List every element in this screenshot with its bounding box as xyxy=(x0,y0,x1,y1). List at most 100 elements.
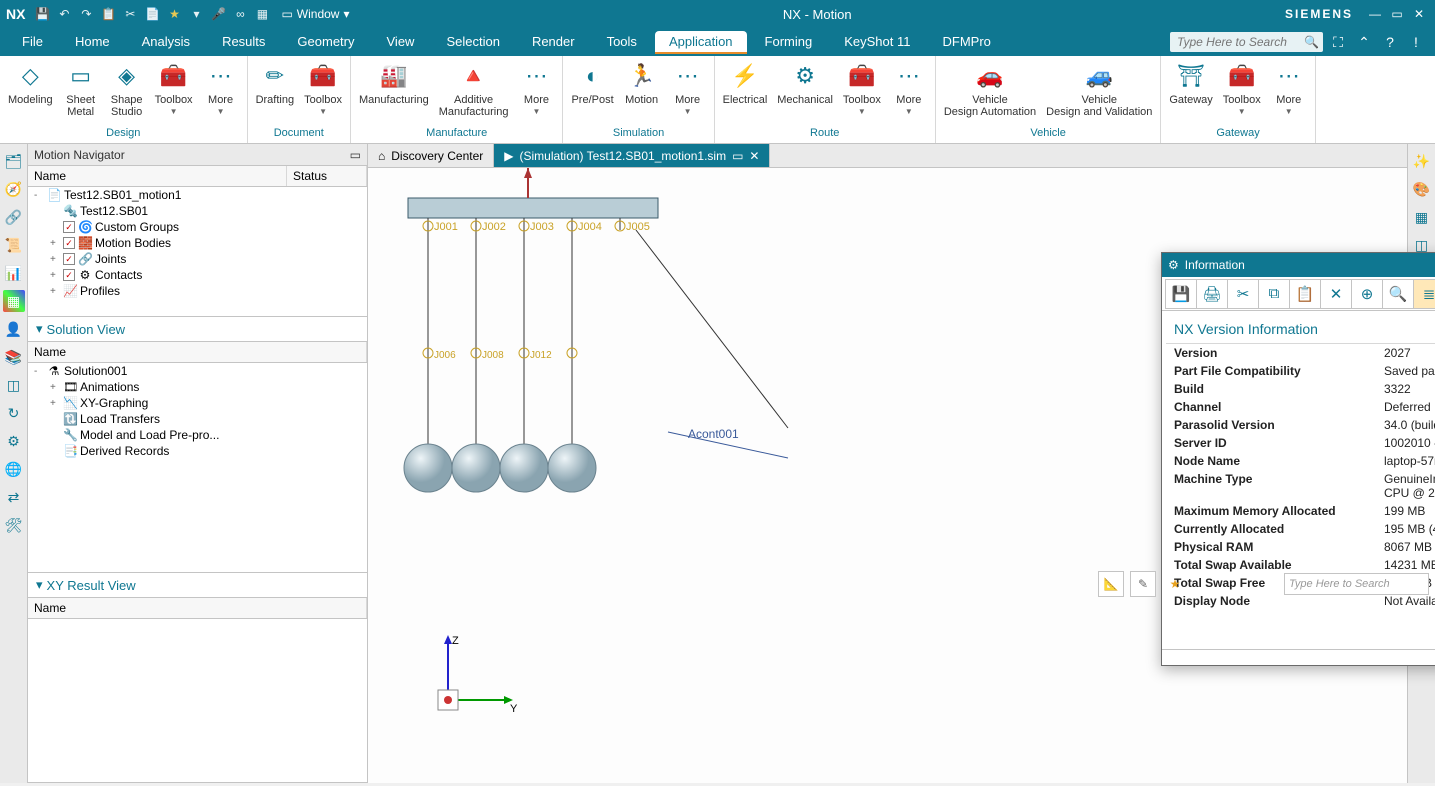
tab-pin-icon[interactable]: ▭ xyxy=(732,149,743,163)
menu-application[interactable]: Application xyxy=(655,31,747,54)
menu-tools[interactable]: Tools xyxy=(593,31,651,54)
tools-icon[interactable]: 🛠 xyxy=(3,514,25,536)
tree-item[interactable]: 📑Derived Records xyxy=(28,443,367,459)
ribbon-vehicle-design-and-validation[interactable]: 🚙Vehicle Design and Validation xyxy=(1042,58,1156,120)
xy-tree[interactable] xyxy=(28,619,367,783)
menu-keyshot-11[interactable]: KeyShot 11 xyxy=(830,31,924,54)
command-search[interactable]: 🔍 xyxy=(1170,32,1323,52)
menu-file[interactable]: File xyxy=(8,31,57,54)
expand-icon[interactable]: + xyxy=(50,398,60,409)
expand-icon[interactable]: + xyxy=(50,382,60,393)
checkbox[interactable]: ✓ xyxy=(63,269,75,281)
tree-item[interactable]: +✓🔗Joints xyxy=(28,251,367,267)
ribbon-toolbox[interactable]: 🧰Toolbox▼ xyxy=(1219,58,1265,118)
checkbox[interactable]: ✓ xyxy=(63,221,75,233)
navigator-icon[interactable]: 🗂 xyxy=(3,150,25,172)
role-icon[interactable]: 👤 xyxy=(3,318,25,340)
solution-view-header[interactable]: ▾ Solution View xyxy=(28,317,367,342)
expand-icon[interactable]: - xyxy=(34,366,44,377)
ribbon-toolbox[interactable]: 🧰Toolbox▼ xyxy=(300,58,346,118)
menu-home[interactable]: Home xyxy=(61,31,124,54)
grid-icon[interactable]: ▦ xyxy=(1411,206,1433,228)
menu-geometry[interactable]: Geometry xyxy=(283,31,368,54)
pin-icon[interactable]: ▭ xyxy=(350,148,361,162)
info-horizontal-scrollbar[interactable] xyxy=(1162,649,1435,665)
info-section-header[interactable]: NX Version Information — xyxy=(1166,315,1435,344)
ribbon-electrical[interactable]: ⚡Electrical xyxy=(719,58,772,108)
cut-icon[interactable]: ✂ xyxy=(1227,279,1259,309)
tree-item[interactable]: +📈Profiles xyxy=(28,283,367,299)
col-status[interactable]: Status xyxy=(287,166,367,186)
star-icon[interactable]: ★ xyxy=(165,5,183,23)
menu-render[interactable]: Render xyxy=(518,31,589,54)
navigator-tree[interactable]: -📄Test12.SB01_motion1🔩Test12.SB01✓🌀Custo… xyxy=(28,187,367,317)
tree-item[interactable]: +✓⚙Contacts xyxy=(28,267,367,283)
print-icon[interactable]: 🖨 xyxy=(1196,279,1228,309)
floating-search[interactable]: Type Here to Search xyxy=(1284,573,1429,595)
xy-result-header[interactable]: ▾ XY Result View xyxy=(28,573,367,598)
info-body[interactable]: NX Version Information — Version2027Part… xyxy=(1162,311,1435,649)
palette-icon[interactable]: 🎨 xyxy=(1411,178,1433,200)
tree-item[interactable]: ✓🌀Custom Groups xyxy=(28,219,367,235)
ribbon-drafting[interactable]: ✏Drafting xyxy=(252,58,299,108)
ribbon-modeling[interactable]: ◇Modeling xyxy=(4,58,57,108)
menu-forming[interactable]: Forming xyxy=(751,31,827,54)
wand-icon[interactable]: ✨ xyxy=(1411,150,1433,172)
minimize-button[interactable]: — xyxy=(1365,5,1385,23)
alert-icon[interactable]: ! xyxy=(1405,34,1427,50)
ribbon-mechanical[interactable]: ⚙Mechanical xyxy=(773,58,837,108)
menu-results[interactable]: Results xyxy=(208,31,279,54)
ribbon-gateway[interactable]: ⛩Gateway xyxy=(1165,58,1216,108)
tree-item[interactable]: 🔩Test12.SB01 xyxy=(28,203,367,219)
palette-icon[interactable]: ▦ xyxy=(3,290,25,312)
constraint-icon[interactable]: 🔗 xyxy=(3,206,25,228)
ribbon-pre-post[interactable]: ◐Pre/Post xyxy=(567,58,617,108)
paste-icon[interactable]: 📋 xyxy=(1289,279,1321,309)
col-name[interactable]: Name xyxy=(28,598,367,618)
expand-icon[interactable]: - xyxy=(34,190,44,201)
copy-icon[interactable]: 📋 xyxy=(99,5,117,23)
checkbox[interactable]: ✓ xyxy=(63,237,75,249)
close-button[interactable]: ✕ xyxy=(1409,5,1429,23)
command-search-input[interactable] xyxy=(1174,32,1304,52)
ribbon-motion[interactable]: 🏃Motion xyxy=(620,58,664,108)
tree-item[interactable]: 🔃Load Transfers xyxy=(28,411,367,427)
help-icon[interactable]: ? xyxy=(1379,34,1401,50)
tree-item[interactable]: +📉XY-Graphing xyxy=(28,395,367,411)
layout-icon[interactable]: ▦ xyxy=(253,5,271,23)
expand-icon[interactable]: + xyxy=(50,254,60,265)
document-tab[interactable]: ▶(Simulation) Test12.SB01_motion1.sim▭✕ xyxy=(494,144,770,167)
menu-dfmpro[interactable]: DFMPro xyxy=(929,31,1005,54)
col-name[interactable]: Name xyxy=(28,166,287,186)
history-icon[interactable]: 📜 xyxy=(3,234,25,256)
chevron-up-icon[interactable]: ⌃ xyxy=(1353,34,1375,51)
menu-view[interactable]: View xyxy=(373,31,429,54)
ribbon-additive-manufacturing[interactable]: 🔺Additive Manufacturing xyxy=(435,58,513,120)
gear-icon[interactable]: ⚙ xyxy=(3,430,25,452)
ribbon-shape-studio[interactable]: ◈Shape Studio xyxy=(105,58,149,120)
find-icon[interactable]: 🔍 xyxy=(1382,279,1414,309)
ribbon-more[interactable]: ⋯More▼ xyxy=(199,58,243,118)
mic-icon[interactable]: 🎤 xyxy=(209,5,227,23)
part-nav-icon[interactable]: 🧭 xyxy=(3,178,25,200)
checkbox[interactable]: ✓ xyxy=(63,253,75,265)
globe-icon[interactable]: 🌐 xyxy=(3,458,25,480)
chart-icon[interactable]: 📊 xyxy=(3,262,25,284)
ribbon-more[interactable]: ⋯More▼ xyxy=(666,58,710,118)
fullscreen-icon[interactable]: ⛶ xyxy=(1327,34,1349,51)
tree-item[interactable]: -⚗Solution001 xyxy=(28,363,367,379)
ribbon-manufacturing[interactable]: 🏭Manufacturing xyxy=(355,58,433,108)
save-icon[interactable]: 💾 xyxy=(33,5,51,23)
cube-icon[interactable]: ◫ xyxy=(3,374,25,396)
window-menu[interactable]: ▭ Window ▾ xyxy=(281,7,349,21)
dropdown-icon[interactable]: ▾ xyxy=(187,5,205,23)
ribbon-sheet-metal[interactable]: ▭Sheet Metal xyxy=(59,58,103,120)
document-tab[interactable]: ⌂Discovery Center xyxy=(368,144,494,167)
ribbon-more[interactable]: ⋯More▼ xyxy=(514,58,558,118)
swap-icon[interactable]: ⇄ xyxy=(3,486,25,508)
target-icon[interactable]: ⊕ xyxy=(1351,279,1383,309)
delete-icon[interactable]: ✕ xyxy=(1320,279,1352,309)
copy-icon[interactable]: ⧉ xyxy=(1258,279,1290,309)
paste-icon[interactable]: 📄 xyxy=(143,5,161,23)
cut-icon[interactable]: ✂ xyxy=(121,5,139,23)
